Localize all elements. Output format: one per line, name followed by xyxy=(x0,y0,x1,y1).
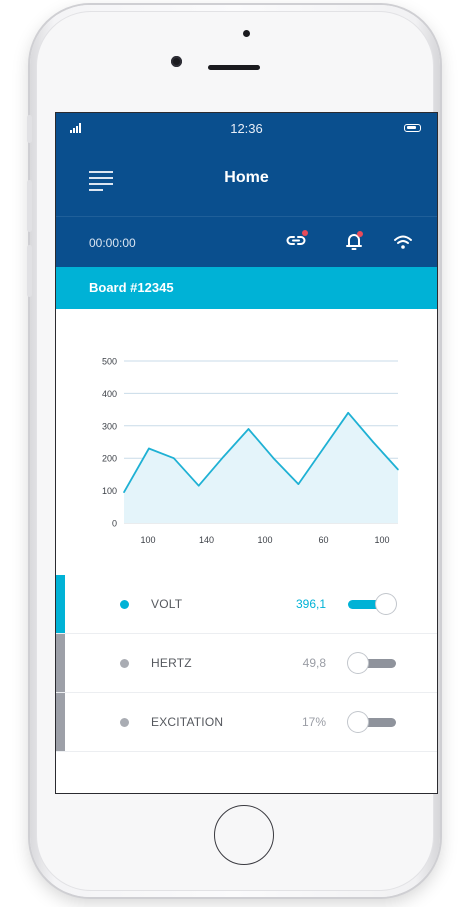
status-dot-icon xyxy=(120,718,129,727)
row-accent-bar xyxy=(56,575,65,633)
chart-point xyxy=(123,491,125,494)
bell-notification-dot xyxy=(357,231,363,237)
chart-y-tick-label: 300 xyxy=(102,421,117,431)
row-accent-bar xyxy=(56,634,65,692)
app-screen: 12:36 Home 00:00:00 Board #12345 500 400… xyxy=(55,112,438,794)
readings-chart: 500 400 300 200 100 0 100 140 100 60 100 xyxy=(102,357,399,545)
chart-point xyxy=(222,455,225,458)
chart-y-tick-label: 200 xyxy=(102,454,117,464)
reading-toggle[interactable] xyxy=(346,712,398,734)
chart-x-tick-label: 100 xyxy=(257,535,272,545)
home-button[interactable] xyxy=(214,805,274,865)
reading-row-volt: VOLT 396,1 xyxy=(56,575,437,634)
bell-icon[interactable] xyxy=(342,229,366,253)
chart-point xyxy=(148,447,150,450)
board-banner: Board #12345 xyxy=(56,267,437,309)
reading-label: VOLT xyxy=(151,597,183,611)
chart-y-tick-label: 100 xyxy=(102,486,117,496)
reading-value: 49,8 xyxy=(302,656,326,670)
chart-point xyxy=(173,457,175,459)
reading-row-hertz: HERTZ 49,8 xyxy=(56,634,437,693)
chart-point xyxy=(347,412,349,414)
status-dot-icon xyxy=(120,600,129,609)
reading-label: HERTZ xyxy=(151,656,192,670)
reading-label: EXCITATION xyxy=(151,715,224,729)
battery-icon xyxy=(404,124,421,132)
chart-y-tick-label: 500 xyxy=(102,357,117,367)
readings-list: VOLT 396,1 HERTZ 49,8 EXCITATION 17% xyxy=(56,575,437,752)
reading-toggle[interactable] xyxy=(346,594,398,616)
chart-y-tick-label: 0 xyxy=(112,519,117,529)
proximity-sensor xyxy=(243,30,250,37)
reading-row-excitation: EXCITATION 17% xyxy=(56,693,437,752)
row-accent-bar xyxy=(56,693,65,751)
status-time: 12:36 xyxy=(230,121,263,136)
chart-area-fill xyxy=(124,412,398,523)
app-header: 12:36 Home 00:00:00 xyxy=(56,113,437,267)
chart-point xyxy=(297,483,300,485)
chart-x-tick-label: 60 xyxy=(318,535,328,545)
volume-down-button xyxy=(27,245,32,297)
chart-x-tick-label: 100 xyxy=(374,535,389,545)
front-camera xyxy=(171,56,182,67)
chart-point xyxy=(322,447,325,450)
chart-point xyxy=(197,484,200,487)
session-timer: 00:00:00 xyxy=(89,236,136,250)
earpiece-speaker xyxy=(208,65,260,70)
link-icon[interactable] xyxy=(284,229,308,253)
toggle-knob xyxy=(348,653,368,673)
chart-y-tick-label: 400 xyxy=(102,389,117,399)
volume-up-button xyxy=(27,180,32,232)
chart-point xyxy=(247,428,250,430)
link-notification-dot xyxy=(302,230,308,236)
header-divider xyxy=(56,216,437,217)
reading-value: 396,1 xyxy=(295,597,326,611)
toggle-knob xyxy=(376,594,396,614)
chart-point xyxy=(272,457,275,459)
page-title: Home xyxy=(224,169,269,186)
chart-point xyxy=(372,441,374,443)
chart-point xyxy=(397,468,399,471)
reading-value: 17% xyxy=(301,715,326,729)
chart-x-tick-label: 100 xyxy=(140,535,155,545)
reading-toggle[interactable] xyxy=(346,653,398,675)
wifi-icon[interactable] xyxy=(391,229,415,253)
board-title: Board #12345 xyxy=(89,280,174,295)
toggle-knob xyxy=(348,712,368,732)
status-dot-icon xyxy=(120,659,129,668)
mute-switch xyxy=(27,115,32,143)
chart-x-tick-label: 140 xyxy=(199,535,214,545)
